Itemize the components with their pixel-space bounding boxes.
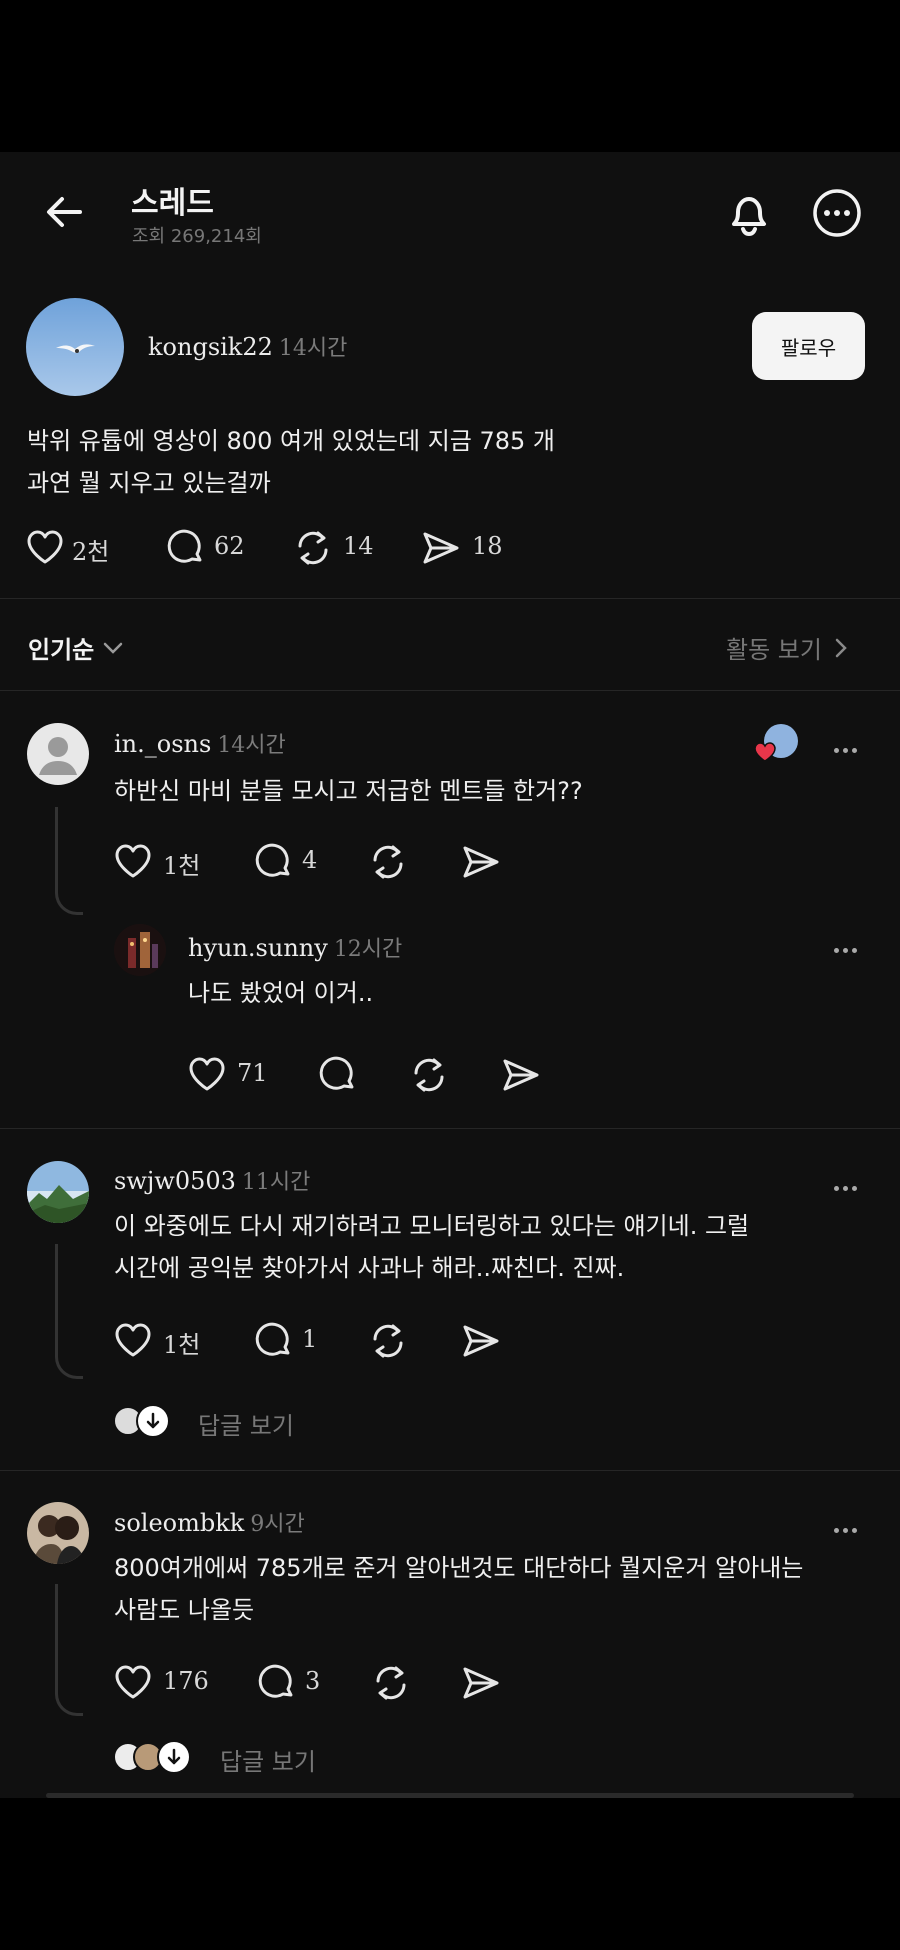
comment-text-line: 사람도 나올듯 bbox=[114, 1596, 255, 1624]
sort-label: 인기순 bbox=[28, 636, 95, 664]
comment-reply-count: 4 bbox=[302, 846, 318, 874]
bottom-sheet-edge bbox=[46, 1793, 854, 1798]
comment-avatar[interactable] bbox=[27, 1161, 89, 1223]
chevron-down-icon bbox=[102, 641, 124, 655]
post-text: 박위 유튭에 영상이 800 여개 있었는데 지금 785 개 과연 뭘 지우고… bbox=[27, 420, 555, 504]
reply-like-count: 71 bbox=[237, 1059, 268, 1087]
more-icon[interactable] bbox=[834, 938, 861, 957]
heart-icon[interactable] bbox=[114, 1322, 152, 1358]
comment-username[interactable]: in._osns bbox=[114, 730, 211, 758]
page-title: 스레드 bbox=[131, 186, 214, 221]
back-arrow-icon[interactable] bbox=[44, 192, 84, 232]
share-icon[interactable] bbox=[462, 844, 500, 880]
comment-username[interactable]: swjw0503 bbox=[114, 1167, 236, 1195]
heart-icon[interactable] bbox=[26, 529, 64, 565]
post-author-avatar[interactable] bbox=[26, 298, 124, 396]
comment-like-count: 1천 bbox=[163, 1331, 201, 1359]
comment-icon[interactable] bbox=[254, 843, 292, 881]
post-comment-count: 62 bbox=[214, 532, 245, 560]
comment-username[interactable]: soleombkk bbox=[114, 1509, 244, 1537]
repost-icon[interactable] bbox=[409, 1055, 449, 1095]
share-icon[interactable] bbox=[462, 1665, 500, 1701]
share-icon[interactable] bbox=[422, 530, 460, 566]
reply-time: 12시간 bbox=[333, 937, 403, 962]
post-like-count: 2천 bbox=[72, 538, 110, 566]
repost-icon[interactable] bbox=[368, 842, 408, 882]
heart-icon[interactable] bbox=[188, 1056, 226, 1092]
comment-icon[interactable] bbox=[166, 529, 204, 567]
comment-icon[interactable] bbox=[318, 1056, 356, 1094]
thread-screen: 스레드 조회 269,214회 kongsik22 14시간 팔로우 박위 유튭에… bbox=[0, 152, 900, 1798]
bell-icon[interactable] bbox=[726, 188, 772, 238]
repost-icon[interactable] bbox=[371, 1663, 411, 1703]
comment-icon[interactable] bbox=[254, 1322, 292, 1360]
reply-avatar[interactable] bbox=[114, 924, 166, 976]
more-icon[interactable] bbox=[834, 1518, 861, 1537]
post-repost-count: 14 bbox=[343, 532, 374, 560]
follow-button[interactable]: 팔로우 bbox=[752, 312, 865, 380]
author-liked-badge bbox=[754, 722, 800, 766]
activity-link[interactable]: 활동 보기 bbox=[726, 630, 848, 665]
divider bbox=[0, 1470, 900, 1471]
view-replies-link[interactable]: 답글 보기 bbox=[220, 1742, 316, 1777]
comment-text-line: 이 와중에도 다시 재기하려고 모니터링하고 있다는 얘기네. 그럴 bbox=[114, 1212, 750, 1240]
comment-avatar[interactable] bbox=[27, 723, 89, 785]
comment-author-line: swjw0503 11시간 bbox=[114, 1164, 310, 1196]
comment-like-count: 1천 bbox=[163, 852, 201, 880]
view-replies-link[interactable]: 답글 보기 bbox=[198, 1406, 294, 1441]
view-count: 조회 269,214회 bbox=[132, 226, 262, 247]
comment-time: 11시간 bbox=[241, 1170, 311, 1195]
comment-text-line: 시간에 공익분 찾아가서 사과나 해라..짜친다. 진짜. bbox=[114, 1254, 625, 1282]
post-text-line: 과연 뭘 지우고 있는걸까 bbox=[27, 469, 271, 497]
comment-author-line: in._osns 14시간 bbox=[114, 727, 286, 759]
reply-author-line: hyun.sunny 12시간 bbox=[188, 931, 402, 963]
post-author-line: kongsik22 14시간 bbox=[148, 330, 347, 362]
comment-reply-count: 3 bbox=[305, 1667, 321, 1695]
post-time: 14시간 bbox=[278, 336, 348, 361]
comment-icon[interactable] bbox=[257, 1664, 295, 1702]
activity-label: 활동 보기 bbox=[726, 636, 822, 664]
heart-icon[interactable] bbox=[114, 843, 152, 879]
reply-username[interactable]: hyun.sunny bbox=[188, 934, 328, 962]
comment-author-line: soleombkk 9시간 bbox=[114, 1506, 305, 1538]
share-icon[interactable] bbox=[462, 1323, 500, 1359]
comment-text-line: 800여개에써 785개로 준거 알아낸것도 대단하다 뭘지운거 알아내는 bbox=[114, 1554, 804, 1582]
thread-connector bbox=[55, 1244, 83, 1379]
divider bbox=[0, 690, 900, 691]
heart-icon[interactable] bbox=[114, 1664, 152, 1700]
sort-dropdown[interactable]: 인기순 bbox=[28, 630, 124, 665]
comment-avatar[interactable] bbox=[27, 1502, 89, 1564]
more-icon[interactable] bbox=[812, 188, 862, 238]
divider bbox=[0, 598, 900, 599]
more-icon[interactable] bbox=[834, 738, 861, 757]
divider bbox=[0, 1128, 900, 1129]
comment-text: 800여개에써 785개로 준거 알아낸것도 대단하다 뭘지운거 알아내는 사람… bbox=[114, 1547, 803, 1631]
comment-reply-count: 1 bbox=[302, 1325, 318, 1353]
comment-like-count: 176 bbox=[163, 1667, 209, 1695]
heart-icon bbox=[754, 742, 776, 762]
post-share-count: 18 bbox=[472, 532, 503, 560]
chevron-right-icon bbox=[834, 637, 848, 659]
post-text-line: 박위 유튭에 영상이 800 여개 있었는데 지금 785 개 bbox=[27, 427, 556, 455]
reply-text: 나도 봤었어 이거.. bbox=[188, 979, 374, 1007]
post-username[interactable]: kongsik22 bbox=[148, 333, 273, 361]
comment-time: 9시간 bbox=[250, 1512, 305, 1537]
more-icon[interactable] bbox=[834, 1176, 861, 1195]
thread-connector bbox=[55, 807, 83, 915]
comment-text: 이 와중에도 다시 재기하려고 모니터링하고 있다는 얘기네. 그럴 시간에 공… bbox=[114, 1205, 749, 1289]
repost-icon[interactable] bbox=[293, 528, 333, 568]
repost-icon[interactable] bbox=[368, 1321, 408, 1361]
chevron-down-icon bbox=[136, 1404, 170, 1438]
chevron-down-icon bbox=[157, 1740, 191, 1774]
share-icon[interactable] bbox=[502, 1057, 540, 1093]
comment-text: 하반신 마비 분들 모시고 저급한 멘트들 한거?? bbox=[114, 777, 583, 805]
thread-connector bbox=[55, 1584, 83, 1716]
comment-time: 14시간 bbox=[217, 733, 286, 758]
